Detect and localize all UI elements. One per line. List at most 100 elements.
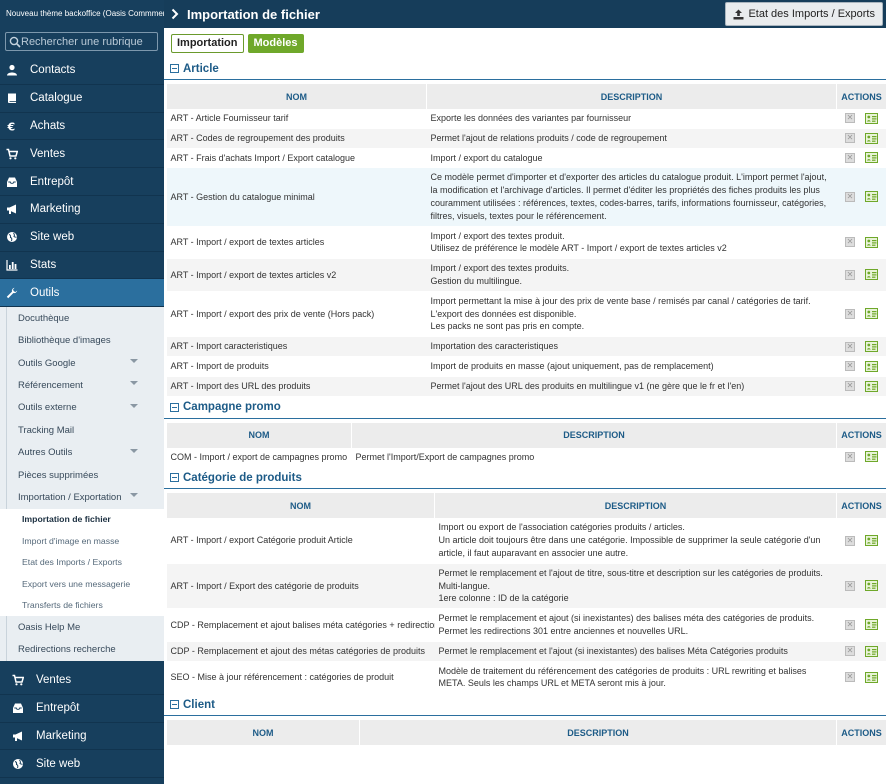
table-row[interactable]: ART - Import / export de textes articles… [166, 226, 886, 260]
edit-card-icon[interactable] [865, 645, 878, 657]
search-input[interactable] [21, 33, 149, 50]
delete-icon[interactable]: ✕ [845, 152, 855, 163]
delete-icon[interactable]: ✕ [845, 381, 855, 392]
edit-card-icon[interactable] [865, 535, 878, 547]
column-header-description[interactable]: DESCRIPTION [359, 720, 837, 746]
delete-icon[interactable]: ✕ [845, 580, 855, 591]
table-row[interactable]: ART - Gestion du catalogue minimal Ce mod… [166, 167, 886, 227]
sidebar-item-catalogue[interactable]: Catalogue [0, 85, 164, 113]
sidebar-item-stats[interactable]: Stats [0, 778, 164, 784]
column-header-actions[interactable]: ACTIONS [836, 493, 886, 519]
column-header-nom[interactable]: NOM [166, 84, 427, 109]
sidebar-item-ventes[interactable]: Ventes [0, 667, 164, 695]
edit-card-icon[interactable] [865, 671, 878, 683]
submenu-item[interactable]: Importation / Exportation [6, 486, 164, 509]
column-header-actions[interactable]: ACTIONS [836, 422, 886, 448]
table-row[interactable]: ART - Import des URL des produits Permet … [166, 376, 886, 397]
sidebar-item-stats[interactable]: Stats [0, 252, 164, 280]
submenu-item[interactable]: Oasis Help Me [6, 616, 164, 639]
edit-card-icon[interactable] [865, 360, 878, 372]
collapse-icon[interactable] [170, 700, 179, 710]
table-row[interactable]: CDP - Remplacement et ajout balises méta… [166, 608, 886, 642]
submenu-item[interactable]: Autres Outils [6, 441, 164, 464]
delete-icon[interactable]: ✕ [845, 308, 855, 319]
table-row[interactable]: CDP - Remplacement et ajout des métas ca… [166, 641, 886, 662]
collapse-icon[interactable] [170, 64, 179, 73]
section-header[interactable]: Campagne promo [164, 397, 886, 419]
subsubmenu-item[interactable]: Etat des Imports / Exports [0, 552, 164, 574]
table-row[interactable]: ART - Import / export de textes articles… [166, 258, 886, 292]
sidebar-item-entrep-t[interactable]: Entrepôt [0, 168, 164, 196]
delete-icon[interactable]: ✕ [845, 672, 855, 683]
sidebar-item-ventes[interactable]: Ventes [0, 140, 164, 169]
sidebar-item-marketing[interactable]: Marketing [0, 723, 164, 751]
submenu-item[interactable]: Outils Google [6, 351, 164, 375]
edit-card-icon[interactable] [865, 380, 878, 392]
edit-card-icon[interactable] [865, 580, 878, 592]
edit-card-icon[interactable] [865, 132, 878, 144]
submenu-item[interactable]: Outils externe [6, 396, 164, 420]
column-header-actions[interactable]: ACTIONS [836, 720, 886, 746]
submenu-item[interactable]: Tracking Mail [6, 419, 164, 442]
column-header-nom[interactable]: NOM [166, 493, 435, 519]
submenu-item[interactable]: Pièces supprimées [6, 463, 164, 487]
edit-card-icon[interactable] [865, 269, 878, 281]
table-row[interactable]: ART - Import / Export des catégorie de p… [166, 563, 886, 610]
delete-icon[interactable]: ✕ [845, 113, 855, 124]
tab-modeles[interactable]: Modèles [247, 33, 304, 53]
sidebar-item-achats[interactable]: € Achats [0, 113, 164, 141]
delete-icon[interactable]: ✕ [845, 191, 855, 202]
table-row[interactable]: ART - Article Fournisseur tarif Exporte l… [166, 109, 886, 129]
sidebar-item-outils[interactable]: Outils [0, 279, 164, 308]
tab-importation[interactable]: Importation [171, 33, 244, 53]
column-header-nom[interactable]: NOM [166, 720, 360, 746]
column-header-nom[interactable]: NOM [166, 422, 352, 448]
edit-card-icon[interactable] [865, 308, 878, 320]
table-row[interactable]: ART - Import / export Catégorie produit … [166, 518, 886, 564]
delete-icon[interactable]: ✕ [845, 133, 855, 144]
delete-icon[interactable]: ✕ [845, 619, 855, 630]
column-header-actions[interactable]: ACTIONS [836, 84, 886, 109]
collapse-icon[interactable] [170, 473, 179, 483]
submenu-item[interactable]: Bibliothèque d'images [6, 329, 164, 352]
column-header-description[interactable]: DESCRIPTION [351, 422, 837, 448]
etat-imports-exports-button[interactable]: Etat des Imports / Exports [725, 2, 883, 26]
subsubmenu-item[interactable]: Import d'image en masse [0, 530, 164, 552]
sidebar-item-site-web[interactable]: Site web [0, 224, 164, 252]
edit-card-icon[interactable] [865, 191, 878, 203]
sidebar-item-contacts[interactable]: Contacts [0, 57, 164, 85]
sidebar-item-site-web[interactable]: Site web [0, 750, 164, 779]
submenu-item[interactable]: Docuthèque [6, 307, 164, 330]
delete-icon[interactable]: ✕ [845, 451, 855, 462]
edit-card-icon[interactable] [865, 236, 878, 248]
subsubmenu-item[interactable]: Importation de fichier [0, 509, 164, 531]
column-header-description[interactable]: DESCRIPTION [434, 493, 837, 519]
table-row[interactable]: SEO - Mise à jour référencement : catégo… [166, 661, 886, 695]
section-header[interactable]: Article [164, 58, 886, 80]
sidebar-item-entrep-t[interactable]: Entrepôt [0, 695, 164, 723]
sidebar-item-marketing[interactable]: Marketing [0, 196, 164, 224]
edit-card-icon[interactable] [865, 341, 878, 353]
delete-icon[interactable]: ✕ [845, 269, 855, 280]
column-header-description[interactable]: DESCRIPTION [426, 84, 837, 109]
delete-icon[interactable]: ✕ [845, 361, 855, 372]
edit-card-icon[interactable] [865, 451, 878, 463]
edit-card-icon[interactable] [865, 112, 878, 124]
table-row[interactable]: ART - Codes de regroupement des produits… [166, 128, 886, 149]
subsubmenu-item[interactable]: Export vers une messagerie [0, 573, 164, 595]
delete-icon[interactable]: ✕ [845, 646, 855, 657]
table-row[interactable]: ART - Import de produits Import de produi… [166, 356, 886, 377]
submenu-item[interactable]: Redirections recherche [6, 638, 164, 661]
subsubmenu-item[interactable]: Transferts de fichiers [0, 595, 164, 617]
delete-icon[interactable]: ✕ [845, 341, 855, 352]
table-row[interactable]: COM - Import / export de campagnes promo… [166, 447, 886, 468]
table-row[interactable]: ART - Import caracteristiques Importation… [166, 336, 886, 357]
table-row[interactable]: ART - Import / export des prix de vente … [166, 291, 886, 338]
edit-card-icon[interactable] [865, 619, 878, 631]
edit-card-icon[interactable] [865, 152, 878, 164]
section-header[interactable]: Client [164, 694, 886, 717]
delete-icon[interactable]: ✕ [845, 535, 855, 546]
collapse-icon[interactable] [170, 402, 179, 412]
section-header[interactable]: Catégorie de produits [164, 467, 886, 490]
table-row[interactable]: ART - Frais d'achats Import / Export cat… [166, 148, 886, 169]
